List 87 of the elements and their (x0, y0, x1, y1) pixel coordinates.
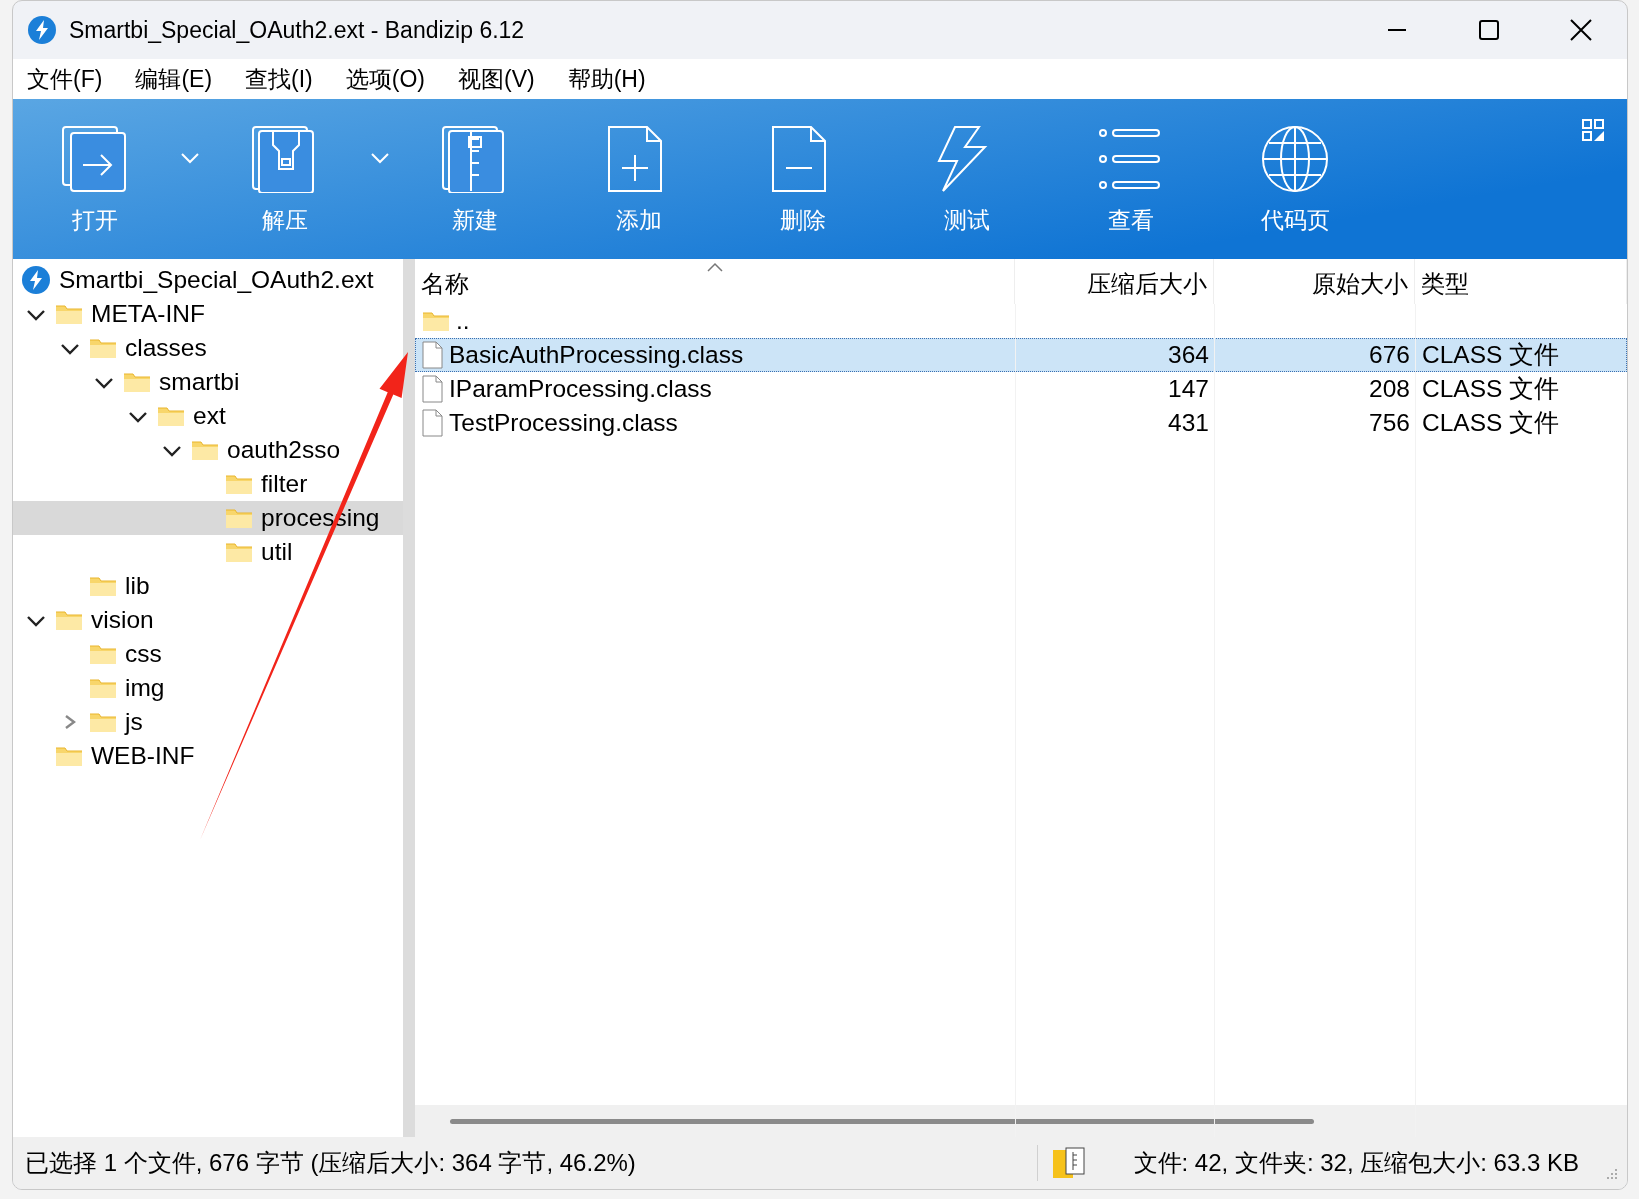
folder-icon (89, 711, 117, 733)
tree-item[interactable]: img (13, 671, 171, 705)
menu-item[interactable]: 编辑(E) (135, 61, 213, 97)
tree-item[interactable]: WEB-INF (13, 739, 201, 773)
table-cell-text: 364 (1168, 339, 1209, 370)
column-header[interactable]: 类型 (1415, 259, 1627, 304)
archive-file-icon (1051, 1146, 1086, 1180)
menu-item[interactable]: 查找(I) (245, 61, 313, 97)
column-header[interactable]: 压缩后大小 (1015, 259, 1214, 304)
tree-item[interactable]: css (13, 637, 168, 671)
toolbar-button[interactable]: 添加 (557, 99, 721, 259)
folder-icon (225, 473, 253, 495)
scrollbar-thumb[interactable] (450, 1118, 1314, 1124)
table-cell-text: CLASS 文件 (1422, 407, 1560, 438)
chevron-down-icon[interactable] (59, 341, 81, 355)
file-icon (422, 375, 443, 403)
folder-icon (89, 643, 117, 665)
toolbar-button[interactable]: 新建 (393, 99, 557, 259)
folder-icon (191, 439, 219, 461)
chevron-down-icon[interactable] (25, 613, 47, 627)
table-cell-text: IParamProcessing.class (449, 373, 712, 404)
table-cell-text: 431 (1168, 407, 1209, 438)
toolbar-button[interactable]: 删除 (721, 99, 885, 259)
table-cell-text: CLASS 文件 (1422, 339, 1560, 370)
file-row[interactable]: .. (415, 304, 1627, 338)
layout-grid-icon[interactable] (1582, 119, 1605, 142)
status-text: 文件: 42, 文件夹: 32, 压缩包大小: 63.3 KB (1133, 1148, 1579, 1178)
file-row[interactable]: TestProcessing.class 431 756 CLASS 文件 (415, 406, 1627, 440)
table-cell-text: CLASS 文件 (1422, 373, 1560, 404)
table-cell-text: 147 (1168, 373, 1209, 404)
table-cell-text: 208 (1369, 373, 1410, 404)
toolbar-button[interactable]: 测试 (885, 99, 1049, 259)
chevron-down-icon[interactable] (25, 307, 47, 321)
table-cell-text: TestProcessing.class (449, 407, 678, 438)
globe-icon (1261, 125, 1329, 193)
tree-item[interactable]: smartbi (13, 365, 246, 399)
tree-item[interactable]: oauth2sso (13, 433, 347, 467)
folder-icon (89, 337, 117, 359)
chevron-down-icon[interactable] (127, 409, 149, 423)
folder-icon (157, 405, 185, 427)
column-header[interactable]: 名称 (415, 259, 1015, 304)
folder-icon (225, 541, 253, 563)
folder-icon (55, 303, 83, 325)
app-logo-icon (27, 15, 57, 45)
dropdown-caret-icon[interactable] (370, 151, 390, 165)
tree-item[interactable]: util (13, 535, 299, 569)
folder-arrow-icon (61, 125, 129, 193)
toolbar-button[interactable]: 查看 (1049, 99, 1213, 259)
menu-item[interactable]: 帮助(H) (567, 61, 646, 97)
tree-item[interactable]: ext (13, 399, 232, 433)
toolbar-button[interactable]: 代码页 (1213, 99, 1377, 259)
window-title: Smartbi_Special_OAuth2.ext - Bandizip 6.12 (69, 15, 525, 45)
table-cell-text: BasicAuthProcessing.class (449, 339, 744, 370)
tree-item[interactable]: META-INF (13, 297, 211, 331)
tree-item[interactable]: filter (13, 467, 314, 501)
archive-icon (21, 265, 51, 295)
minimize-icon (1386, 29, 1408, 31)
tree-item[interactable]: lib (13, 569, 156, 603)
maximize-icon (1479, 20, 1499, 40)
chevron-down-icon[interactable] (161, 443, 183, 457)
dropdown-caret-icon[interactable] (180, 151, 200, 165)
menu-item[interactable]: 文件(F) (27, 61, 103, 97)
file-row[interactable]: BasicAuthProcessing.class 364 676 CLASS 文件 (415, 338, 1627, 372)
tree-item[interactable]: classes (13, 331, 213, 365)
file-row[interactable]: IParamProcessing.class 147 208 CLASS 文件 (415, 372, 1627, 406)
file-icon (422, 409, 443, 437)
status-text: 已选择 1 个文件, 676 字节 (压缩后大小: 364 字节, 46.2%) (25, 1148, 636, 1178)
folder-icon (422, 310, 450, 332)
table-cell-text: .. (456, 305, 470, 336)
folder-icon (89, 677, 117, 699)
tree-item[interactable]: js (13, 705, 149, 739)
menu-item[interactable]: 选项(O) (345, 61, 425, 97)
file-icon (422, 341, 443, 369)
tree-item[interactable]: vision (13, 603, 160, 637)
folder-icon (55, 609, 83, 631)
table-cell-text: 676 (1369, 339, 1410, 370)
folder-icon (89, 575, 117, 597)
close-icon (1570, 19, 1592, 41)
column-header[interactable]: 原始大小 (1214, 259, 1415, 304)
folder-icon (55, 745, 83, 767)
table-cell-text: 756 (1369, 407, 1410, 438)
folder-icon (225, 507, 253, 529)
horizontal-scrollbar[interactable] (415, 1105, 1627, 1137)
chevron-down-icon[interactable] (93, 375, 115, 389)
menu-item[interactable]: 视图(V) (458, 61, 535, 97)
sort-ascending-icon (706, 262, 723, 272)
folder-icon (123, 371, 151, 393)
